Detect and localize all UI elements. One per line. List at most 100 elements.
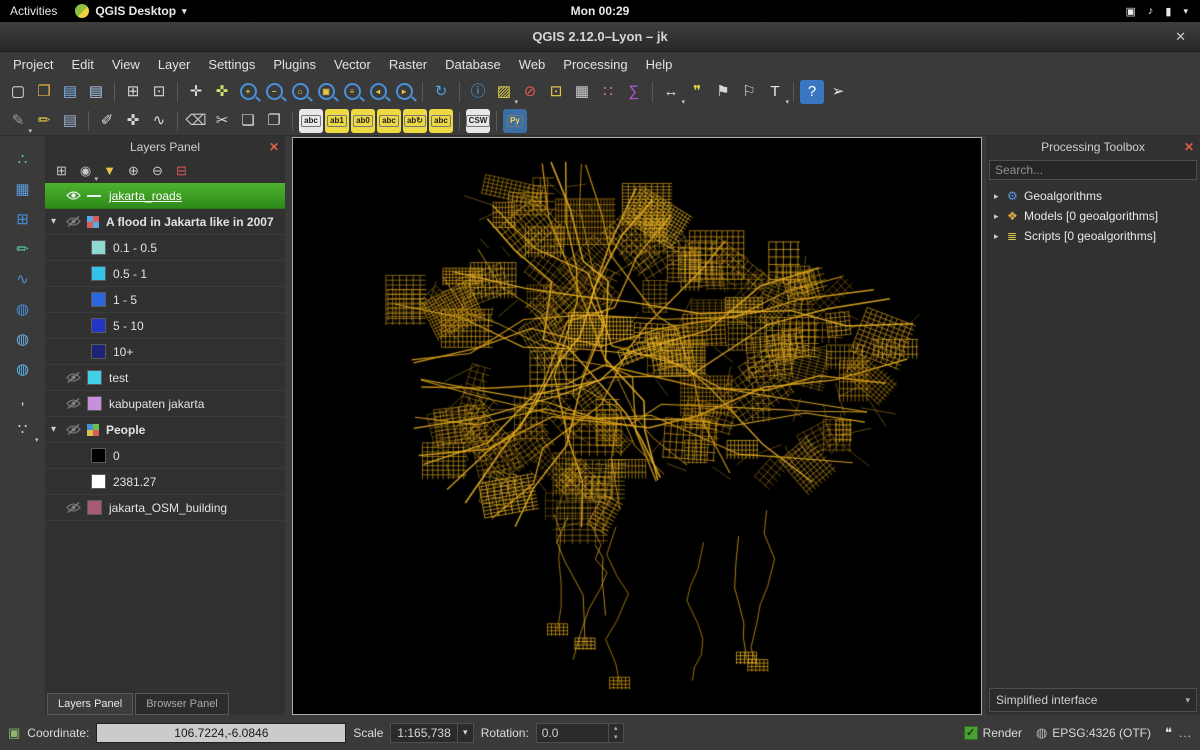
zoom-to-layer-icon[interactable]: ≡: [340, 80, 364, 104]
scale-combo[interactable]: 1:165,738 ▾: [390, 723, 473, 743]
processing-toolbox-close-button[interactable]: ✕: [1184, 140, 1194, 154]
menu-processing[interactable]: Processing: [554, 55, 636, 74]
refresh-icon[interactable]: ↻: [429, 80, 453, 104]
class-0-5-1[interactable]: 0.5 - 1: [45, 261, 285, 287]
menu-plugins[interactable]: Plugins: [264, 55, 325, 74]
class-10-plus[interactable]: 10+: [45, 339, 285, 365]
new-bookmark-icon[interactable]: ⚑: [711, 80, 735, 104]
add-wms-layer-icon[interactable]: ◍: [9, 296, 37, 322]
new-project-icon[interactable]: ▢: [6, 80, 30, 104]
visibility-off-icon[interactable]: [66, 398, 87, 409]
paste-features-icon[interactable]: ❐: [262, 109, 286, 133]
visibility-off-icon[interactable]: [66, 372, 87, 383]
text-annotation-icon[interactable]: T▾: [763, 80, 787, 104]
pan-to-selection-icon[interactable]: ✜: [210, 80, 234, 104]
pan-map-icon[interactable]: ✛: [184, 80, 208, 104]
render-toggle[interactable]: ✓ Render: [964, 726, 1022, 740]
tree-scripts[interactable]: ▸≣Scripts [0 geoalgorithms]: [986, 226, 1200, 246]
class-2381-27[interactable]: 2381.27: [45, 469, 285, 495]
layer-jakarta-osm-building[interactable]: jakarta_OSM_building: [45, 495, 285, 521]
move-feature-icon[interactable]: ✜: [121, 109, 145, 133]
add-wfs-layer-icon[interactable]: ◍: [9, 356, 37, 382]
show-bookmarks-icon[interactable]: ⚐: [737, 80, 761, 104]
coordinate-input[interactable]: [96, 723, 346, 743]
map-tips-icon[interactable]: ❞: [685, 80, 709, 104]
zoom-out-icon[interactable]: −: [262, 80, 286, 104]
menu-web[interactable]: Web: [510, 55, 555, 74]
tree-models[interactable]: ▸❖Models [0 geoalgorithms]: [986, 206, 1200, 226]
display-icon[interactable]: ▣: [1126, 5, 1136, 18]
save-layer-edits-icon[interactable]: ▤: [58, 109, 82, 133]
save-project-icon[interactable]: ▤: [58, 80, 82, 104]
toggle-editing-icon[interactable]: ✏: [32, 109, 56, 133]
layer-jakarta-roads[interactable]: jakarta_roads: [45, 183, 285, 209]
menu-vector[interactable]: Vector: [325, 55, 380, 74]
save-project-as-icon[interactable]: ▤: [84, 80, 108, 104]
visibility-off-icon[interactable]: [66, 424, 87, 435]
measure-icon[interactable]: ↔▾: [659, 80, 683, 104]
open-attribute-table-icon[interactable]: ▦: [570, 80, 594, 104]
menu-raster[interactable]: Raster: [380, 55, 436, 74]
app-menu-button[interactable]: QGIS Desktop ▾: [75, 4, 186, 18]
label-rotate-icon[interactable]: ab↻: [403, 109, 427, 133]
label-move-icon[interactable]: abc: [377, 109, 401, 133]
whats-this-icon[interactable]: ➢: [826, 80, 850, 104]
overflow-indicator[interactable]: ...: [1179, 726, 1192, 740]
select-by-expression-icon[interactable]: ⊡: [544, 80, 568, 104]
battery-icon[interactable]: ▮: [1165, 5, 1171, 18]
processing-search-input[interactable]: [989, 160, 1197, 180]
crs-status-button[interactable]: ◍ EPSG:4326 (OTF): [1029, 723, 1158, 743]
window-title-bar[interactable]: QGIS 2.12.0–Lyon – jk ✕: [0, 22, 1200, 52]
layers-panel-close-button[interactable]: ✕: [269, 140, 279, 154]
menu-edit[interactable]: Edit: [62, 55, 102, 74]
menu-settings[interactable]: Settings: [199, 55, 264, 74]
volume-icon[interactable]: ♪: [1148, 5, 1154, 17]
python-console-icon[interactable]: Py: [503, 109, 527, 133]
clock[interactable]: Mon 00:29: [571, 4, 630, 18]
tree-geoalgorithms[interactable]: ▸⚙Geoalgorithms: [986, 186, 1200, 206]
rotation-spinner[interactable]: ▴ ▾: [536, 723, 624, 743]
class-5-10[interactable]: 5 - 10: [45, 313, 285, 339]
delete-selected-icon[interactable]: ⌫: [184, 109, 208, 133]
menu-help[interactable]: Help: [637, 55, 682, 74]
tab-browser-panel[interactable]: Browser Panel: [135, 693, 229, 715]
class-0-1-0-5[interactable]: 0.1 - 0.5: [45, 235, 285, 261]
status-map-icon[interactable]: ▣: [8, 725, 20, 741]
layer-people[interactable]: ▾People: [45, 417, 285, 443]
new-composer-icon[interactable]: ⊞: [121, 80, 145, 104]
expander-icon[interactable]: ▸: [994, 211, 1007, 222]
manage-visibility-icon[interactable]: ◉▾: [75, 160, 96, 181]
layer-kabupaten-jakarta[interactable]: kabupaten jakarta: [45, 391, 285, 417]
statistical-summary-icon[interactable]: ∑: [622, 80, 646, 104]
add-group-icon[interactable]: ⊞: [51, 160, 72, 181]
add-wcs-layer-icon[interactable]: ◍: [9, 326, 37, 352]
zoom-full-extent-icon[interactable]: ⌂: [288, 80, 312, 104]
select-features-icon[interactable]: ▨▾: [492, 80, 516, 104]
system-menu-caret-icon[interactable]: ▾: [1183, 6, 1188, 17]
menu-view[interactable]: View: [103, 55, 149, 74]
rotation-input[interactable]: [537, 726, 608, 740]
tab-layers-panel[interactable]: Layers Panel: [47, 693, 133, 715]
layer-flood-2007[interactable]: ▾A flood in Jakarta like in 2007: [45, 209, 285, 235]
current-edits-icon[interactable]: ✎▾: [6, 109, 30, 133]
expand-all-icon[interactable]: ⊕: [123, 160, 144, 181]
expander-icon[interactable]: ▸: [994, 231, 1007, 242]
filter-legend-icon[interactable]: ▼: [99, 160, 120, 181]
zoom-next-icon[interactable]: ▸: [392, 80, 416, 104]
render-checkbox[interactable]: ✓: [964, 726, 978, 740]
expander-icon[interactable]: ▾: [51, 216, 66, 227]
zoom-to-selection-icon[interactable]: ▣: [314, 80, 338, 104]
visibility-off-icon[interactable]: [66, 502, 87, 513]
label-show-hide-icon[interactable]: ab0: [351, 109, 375, 133]
layers-panel-header[interactable]: Layers Panel ✕: [45, 136, 285, 157]
spin-down-icon[interactable]: ▾: [609, 733, 623, 742]
visibility-on-icon[interactable]: [66, 190, 87, 201]
label-pin-icon[interactable]: ab1: [325, 109, 349, 133]
class-1-5[interactable]: 1 - 5: [45, 287, 285, 313]
add-delimited-text-icon[interactable]: ‚: [9, 386, 37, 412]
add-vector-layer-icon[interactable]: ∴: [9, 146, 37, 172]
spinner-arrows[interactable]: ▴ ▾: [608, 724, 623, 742]
menu-project[interactable]: Project: [4, 55, 62, 74]
menu-layer[interactable]: Layer: [149, 55, 200, 74]
help-contents-icon[interactable]: ?: [800, 80, 824, 104]
